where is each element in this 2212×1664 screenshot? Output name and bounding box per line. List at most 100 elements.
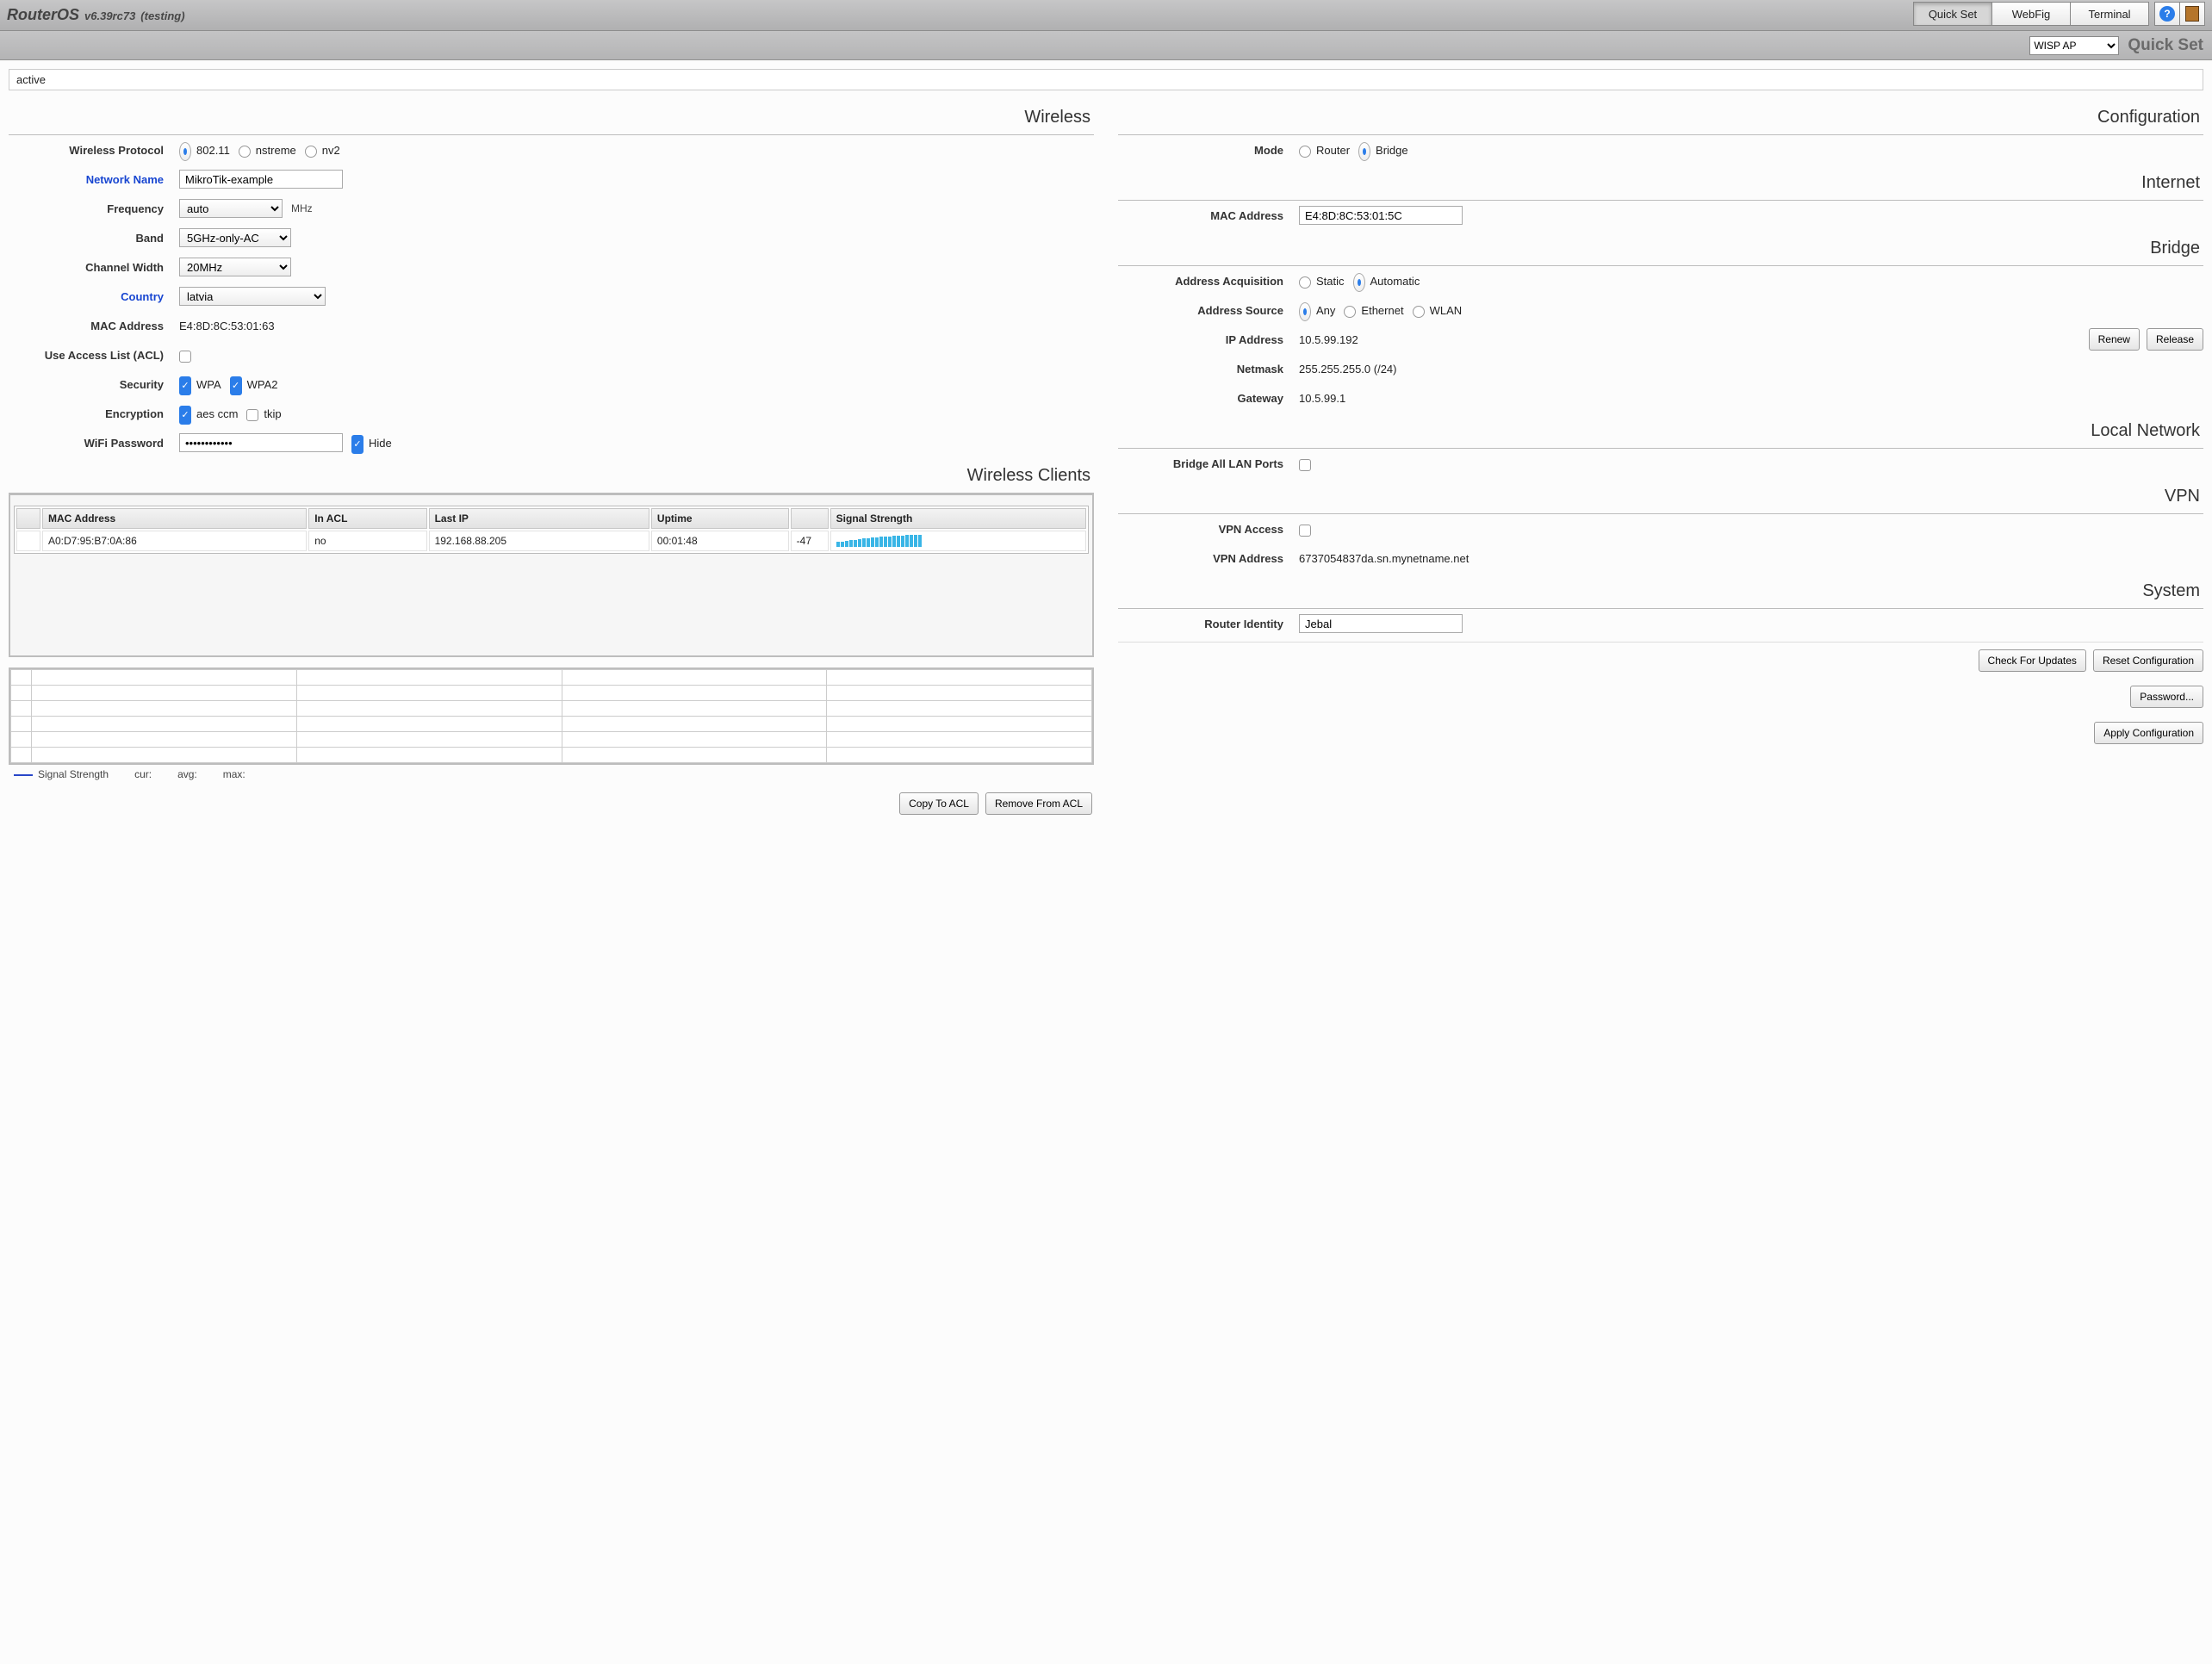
gateway-value: 10.5.99.1 [1299,392,1345,405]
country-select[interactable]: latvia [179,287,326,306]
door-icon [2185,6,2199,22]
radio-nv2[interactable]: nv2 [305,144,340,157]
frequency-label: Frequency [9,202,179,215]
gateway-label: Gateway [1118,392,1299,405]
signal-bars-icon [836,535,1080,547]
right-column: Configuration Mode Router Bridge Interne… [1118,99,2203,823]
section-wireless: Wireless [9,102,1094,135]
legend-max: max: [223,768,245,780]
apply-config-button[interactable]: Apply Configuration [2094,722,2203,744]
aes-checkbox[interactable]: aes ccm [179,404,238,423]
internet-mac-label: MAC Address [1118,209,1299,222]
radio-wlan[interactable]: WLAN [1413,304,1463,317]
wifi-password-input[interactable] [179,433,343,452]
release-button[interactable]: Release [2147,328,2203,351]
radio-nstreme[interactable]: nstreme [239,144,296,157]
col-acl[interactable]: In ACL [308,508,426,529]
reset-config-button[interactable]: Reset Configuration [2093,649,2203,672]
cell-acl: no [308,531,426,551]
wpa-checkbox[interactable]: WPA [179,375,221,394]
radio-any[interactable]: Any [1299,301,1335,320]
check-updates-button[interactable]: Check For Updates [1979,649,2086,672]
col-signal[interactable]: Signal Strength [830,508,1086,529]
country-label: Country [9,290,179,303]
vpn-address-value: 6737054837da.sn.mynetname.net [1299,552,1469,565]
hide-checkbox[interactable]: Hide [351,433,392,452]
legend-signal: Signal Strength [38,768,109,780]
password-button[interactable]: Password... [2130,686,2203,708]
col-blank[interactable] [16,508,40,529]
ip-label: IP Address [1118,333,1299,346]
radio-ethernet[interactable]: Ethernet [1344,304,1403,317]
clients-table: MAC Address In ACL Last IP Uptime Signal… [14,506,1089,554]
radio-automatic[interactable]: Automatic [1353,271,1420,290]
top-nav: Quick Set WebFig Terminal ? [1914,2,2205,26]
router-identity-input[interactable] [1299,614,1463,633]
cell-sigbars [830,531,1086,551]
netmask-label: Netmask [1118,363,1299,376]
section-configuration: Configuration [1118,102,2203,135]
band-label: Band [9,232,179,245]
tab-terminal[interactable]: Terminal [2070,2,2149,26]
vpn-access-label: VPN Access [1118,523,1299,536]
col-sigval[interactable] [791,508,829,529]
copy-to-acl-button[interactable]: Copy To ACL [899,792,979,815]
radio-80211[interactable]: 802.11 [179,140,230,159]
encryption-label: Encryption [9,407,179,420]
section-vpn: VPN [1118,481,2203,514]
table-row[interactable]: A0:D7:95:B7:0A:86 no 192.168.88.205 00:0… [16,531,1086,551]
logout-button[interactable] [2179,2,2205,26]
cell-mac: A0:D7:95:B7:0A:86 [42,531,307,551]
chwidth-select[interactable]: 20MHz [179,258,291,276]
ip-value: 10.5.99.192 [1299,333,1358,346]
frequency-select[interactable]: auto [179,199,283,218]
radio-bridge[interactable]: Bridge [1358,140,1408,159]
vpn-address-label: VPN Address [1118,552,1299,565]
brand-name: RouterOS [7,6,79,24]
legend-avg: avg: [177,768,197,780]
col-mac[interactable]: MAC Address [42,508,307,529]
renew-button[interactable]: Renew [2089,328,2140,351]
addr-src-label: Address Source [1118,304,1299,317]
help-icon: ? [2159,6,2175,22]
col-ip[interactable]: Last IP [429,508,649,529]
bridge-all-checkbox[interactable] [1299,457,1314,469]
wpa2-checkbox[interactable]: WPA2 [230,375,278,394]
section-local-network: Local Network [1118,416,2203,449]
section-wireless-clients: Wireless Clients [9,461,1094,494]
mac-label: MAC Address [9,320,179,332]
vpn-access-checkbox[interactable] [1299,523,1314,535]
addr-acq-label: Address Acquisition [1118,275,1299,288]
network-name-label: Network Name [9,173,179,186]
tkip-checkbox[interactable]: tkip [246,407,281,420]
version: v6.39rc73 [84,9,135,22]
col-uptime[interactable]: Uptime [651,508,789,529]
mode-label: Mode [1118,144,1299,157]
tab-quickset[interactable]: Quick Set [1913,2,1992,26]
cell-ip: 192.168.88.205 [429,531,649,551]
status-bar: active [9,69,2203,90]
mac-value: E4:8D:8C:53:01:63 [179,320,275,332]
section-internet: Internet [1118,168,2203,201]
signal-graph [9,667,1094,765]
internet-mac-input[interactable] [1299,206,1463,225]
page-title: Quick Set [2128,36,2203,55]
network-name-input[interactable] [179,170,343,189]
cell-uptime: 00:01:48 [651,531,789,551]
remove-from-acl-button[interactable]: Remove From ACL [985,792,1092,815]
radio-static[interactable]: Static [1299,275,1345,288]
help-button[interactable]: ? [2154,2,2180,26]
acl-checkbox[interactable] [179,349,195,361]
left-column: Wireless Wireless Protocol 802.11 nstrem… [9,99,1094,823]
frequency-unit: MHz [291,202,313,214]
top-header: RouterOS v6.39rc73 (testing) Quick Set W… [0,0,2212,31]
wifi-password-label: WiFi Password [9,437,179,450]
cell-sigtxt: -47 [791,531,829,551]
testing-tag: (testing) [140,9,184,22]
mode-select[interactable]: WISP AP [2029,36,2119,55]
band-select[interactable]: 5GHz-only-AC [179,228,291,247]
security-label: Security [9,378,179,391]
acl-label: Use Access List (ACL) [9,349,179,362]
tab-webfig[interactable]: WebFig [1991,2,2071,26]
radio-router[interactable]: Router [1299,144,1350,157]
